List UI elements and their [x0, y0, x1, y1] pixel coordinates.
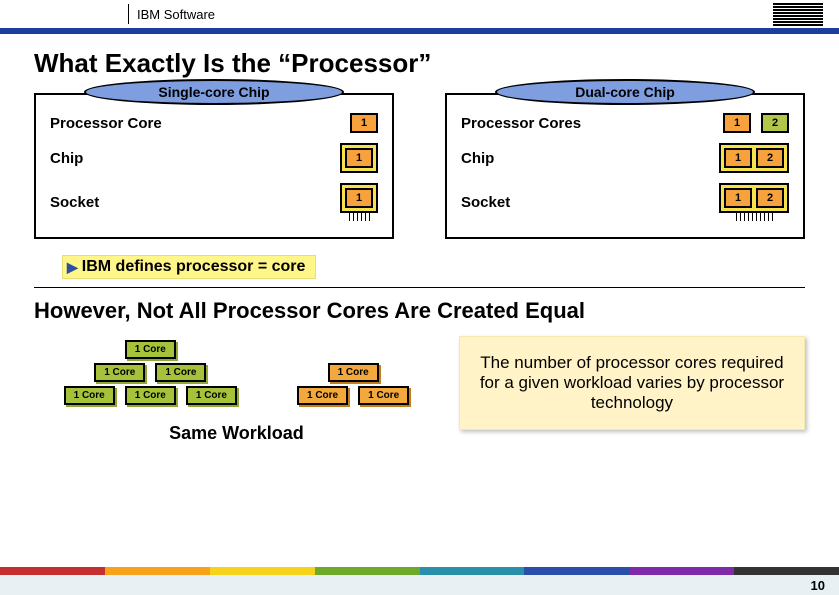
dual-core-caption: Dual-core Chip — [495, 79, 755, 105]
workload-diagram: 1 Core 1 Core1 Core 1 Core1 Core1 Core 1… — [34, 336, 439, 444]
chip-core-2: 2 — [756, 148, 784, 168]
core-box: 1 Core — [186, 386, 237, 405]
socket-core-2: 2 — [756, 188, 784, 208]
slide-subtitle: However, Not All Processor Cores Are Cre… — [34, 298, 805, 324]
core-box: 1 Core — [125, 340, 176, 359]
core-box: 1 Core — [328, 363, 379, 382]
arrow-icon: ▶ — [67, 259, 78, 276]
divider — [34, 287, 805, 288]
socket-core: 1 — [345, 188, 373, 208]
same-workload-label: Same Workload — [34, 423, 439, 444]
label-processor-core: Processor Core — [50, 115, 162, 132]
chip-core: 1 — [345, 148, 373, 168]
label-chip: Chip — [461, 150, 494, 167]
page-number: 10 — [811, 578, 825, 593]
label-socket: Socket — [461, 194, 510, 211]
definition-highlight: ▶ IBM defines processor = core — [62, 255, 316, 279]
brand-label: IBM Software — [137, 7, 215, 22]
slide-content: What Exactly Is the “Processor” Single-c… — [0, 34, 839, 444]
core-2: 2 — [761, 113, 789, 133]
core-box: 1 Core — [297, 386, 348, 405]
label-chip: Chip — [50, 150, 83, 167]
chip-core-1: 1 — [724, 148, 752, 168]
slide-title: What Exactly Is the “Processor” — [34, 48, 805, 79]
core-box: 1 Core — [155, 363, 206, 382]
socket-icon: 1 2 — [719, 183, 789, 221]
core-box: 1 Core — [94, 363, 145, 382]
label-socket: Socket — [50, 194, 99, 211]
green-pyramid: 1 Core 1 Core 1 Core 1 Core 1 Core 1 Core — [64, 340, 237, 409]
chip-icon: 1 2 — [719, 143, 789, 173]
callout-box: The number of processor cores required f… — [459, 336, 805, 430]
socket-core-1: 1 — [724, 188, 752, 208]
orange-pyramid: 1 Core 1 Core 1 Core — [297, 363, 409, 409]
chip-icon: 1 — [340, 143, 378, 173]
core-box: 1 Core — [358, 386, 409, 405]
single-core-caption: Single-core Chip — [84, 79, 344, 105]
core-box: 1 Core — [125, 386, 176, 405]
header-separator — [128, 4, 129, 24]
definition-text: IBM defines processor = core — [82, 258, 306, 276]
socket-icon: 1 — [340, 183, 378, 221]
dual-core-panel: Dual-core Chip Processor Cores 1 2 Chip … — [445, 93, 805, 239]
footer-stripe — [0, 567, 839, 575]
lower-section: 1 Core 1 Core1 Core 1 Core1 Core1 Core 1… — [34, 336, 805, 444]
core-count: 1 — [350, 113, 378, 133]
header-bar: IBM Software — [0, 0, 839, 28]
ibm-logo-icon — [773, 3, 823, 26]
single-core-panel: Single-core Chip Processor Core 1 Chip 1… — [34, 93, 394, 239]
footer: 10 — [0, 567, 839, 595]
core-1: 1 — [723, 113, 751, 133]
label-processor-cores: Processor Cores — [461, 115, 581, 132]
core-box: 1 Core — [64, 386, 115, 405]
comparison-panels: Single-core Chip Processor Core 1 Chip 1… — [34, 93, 805, 239]
